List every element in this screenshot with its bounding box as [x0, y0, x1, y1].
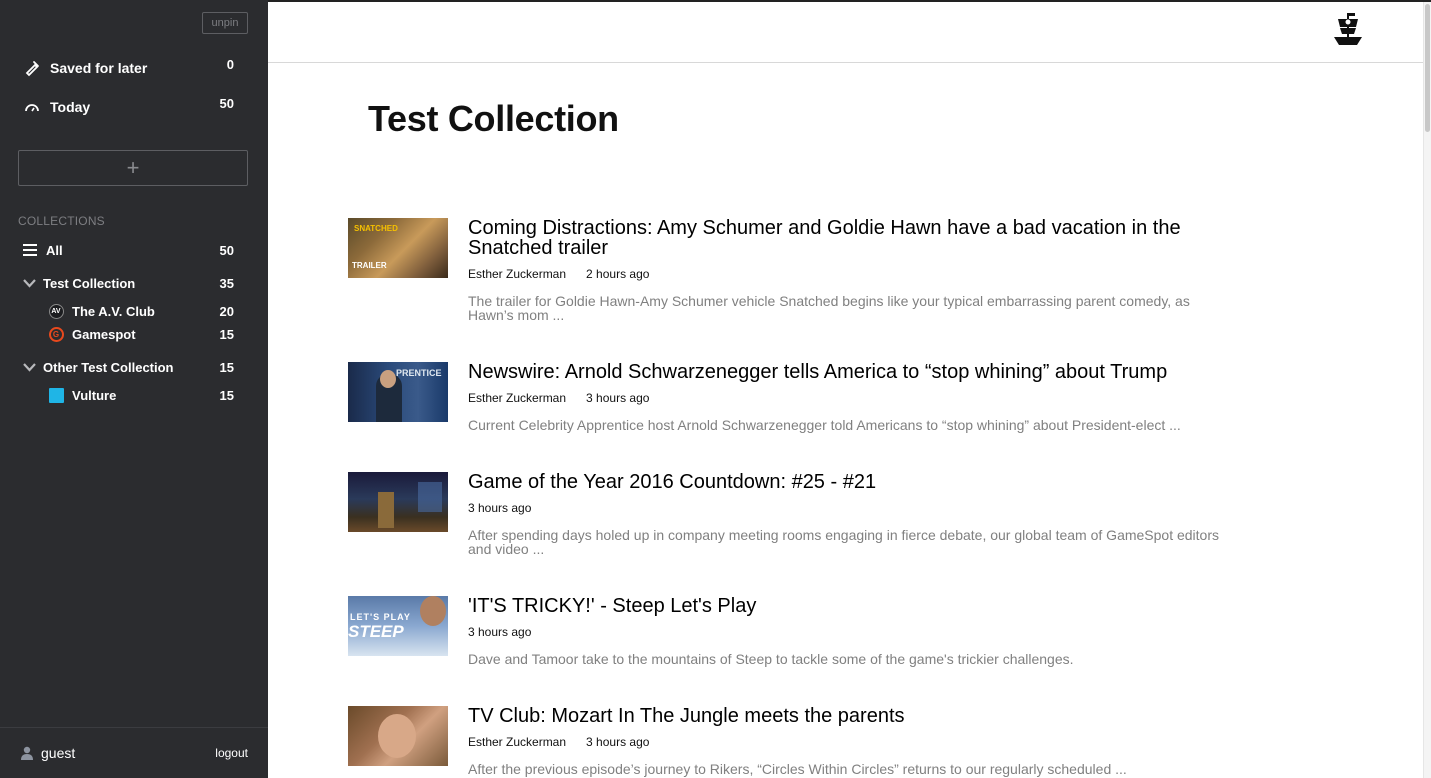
vulture-icon: [48, 387, 64, 403]
article-meta: Esther Zuckerman 3 hours ago: [468, 735, 649, 749]
article-time: 3 hours ago: [468, 625, 532, 639]
article-time: 2 hours ago: [586, 267, 650, 281]
article-title[interactable]: TV Club: Mozart In The Jungle meets the …: [468, 706, 1228, 726]
all-count: 50: [219, 242, 234, 258]
person-face: [380, 370, 396, 388]
article-author: Esther Zuckerman: [468, 735, 567, 749]
article-item[interactable]: TV Club: Mozart In The Jungle meets the …: [348, 706, 1228, 778]
chevron-down-icon[interactable]: [22, 275, 36, 291]
thumbnail-figure: [378, 492, 394, 528]
feed-label: Gamespot: [72, 326, 136, 342]
all-label: All: [46, 242, 63, 258]
article-thumbnail[interactable]: SNATCHED TRAILER: [348, 218, 448, 278]
thumbnail-title-text: SNATCHED: [354, 224, 398, 233]
article-title[interactable]: Coming Distractions: Amy Schumer and Gol…: [468, 218, 1228, 258]
pirate-ship-icon[interactable]: [1332, 11, 1364, 47]
gauge-icon: [22, 97, 42, 117]
logout-link[interactable]: logout: [215, 746, 248, 760]
article-meta: 3 hours ago: [468, 625, 531, 639]
feed-label: The A.V. Club: [72, 303, 155, 319]
all-item[interactable]: All 50: [22, 240, 234, 260]
thumbnail-sub-text: TRAILER: [352, 261, 387, 270]
article-meta: 3 hours ago: [468, 501, 531, 515]
article-title[interactable]: Newswire: Arnold Schwarzenegger tells Am…: [468, 362, 1228, 382]
today-item[interactable]: Today 50: [22, 95, 234, 119]
user-icon: [20, 746, 34, 760]
thumbnail-title-text: LET'S PLAY: [350, 612, 411, 622]
today-label: Today: [50, 99, 91, 115]
article-time: 3 hours ago: [586, 391, 650, 405]
article-item[interactable]: PRENTICE Newswire: Arnold Schwarzenegger…: [348, 362, 1228, 442]
feed-count: 20: [219, 303, 234, 319]
article-thumbnail[interactable]: [348, 472, 448, 532]
gamespot-icon: G: [48, 326, 64, 342]
article-summary: The trailer for Goldie Hawn-Amy Schumer …: [468, 293, 1190, 323]
scrollbar-thumb[interactable]: [1425, 4, 1430, 132]
header-bar: [268, 2, 1423, 63]
thumbnail-person: [420, 596, 446, 626]
add-feed-button[interactable]: +: [18, 150, 248, 186]
article-time: 3 hours ago: [586, 735, 650, 749]
article-summary: Dave and Tamoor take to the mountains of…: [468, 651, 1074, 667]
avclub-icon: AV: [48, 303, 64, 319]
feed-count: 15: [219, 326, 234, 342]
user-menu[interactable]: guest: [20, 745, 75, 761]
article-thumbnail[interactable]: [348, 706, 448, 766]
thumbnail-title-text: PRENTICE: [396, 368, 442, 378]
collection-label: Test Collection: [43, 275, 136, 291]
article-summary: After spending days holed up in company …: [468, 527, 1220, 557]
article-time: 3 hours ago: [468, 501, 532, 515]
feed-avclub[interactable]: AV The A.V. Club 20: [48, 301, 234, 321]
feed-label: Vulture: [72, 387, 117, 403]
saved-for-later-count: 0: [226, 56, 234, 72]
thumbnail-glow: [418, 482, 442, 512]
unpin-button[interactable]: unpin: [202, 12, 248, 34]
thumbnail-sub-text: STEEP: [348, 622, 404, 641]
article-summary: After the previous episode’s journey to …: [468, 761, 1127, 777]
collection-label: Other Test Collection: [43, 359, 174, 375]
article-author: Esther Zuckerman: [468, 391, 567, 405]
list-icon: [22, 242, 38, 258]
article-thumbnail[interactable]: LET'S PLAY STEEP: [348, 596, 448, 656]
feed-vulture[interactable]: Vulture 15: [48, 385, 234, 405]
bookmark-icon: [22, 58, 42, 78]
collection-count: 35: [219, 275, 234, 291]
today-count: 50: [219, 95, 234, 111]
article-item[interactable]: Game of the Year 2016 Countdown: #25 - #…: [348, 472, 1228, 562]
collection-test-collection[interactable]: Test Collection 35: [22, 273, 234, 293]
chevron-down-icon[interactable]: [22, 359, 36, 375]
collection-other-test-collection[interactable]: Other Test Collection 15: [22, 357, 234, 377]
article-thumbnail[interactable]: PRENTICE: [348, 362, 448, 422]
saved-for-later-label: Saved for later: [50, 60, 148, 76]
article-item[interactable]: SNATCHED TRAILER Coming Distractions: Am…: [348, 218, 1228, 328]
sidebar-footer: guest logout: [0, 727, 268, 778]
feed-gamespot[interactable]: G Gamespot 15: [48, 324, 234, 344]
article-meta: Esther Zuckerman 2 hours ago: [468, 267, 649, 281]
collection-count: 15: [219, 359, 234, 375]
article-title[interactable]: Game of the Year 2016 Countdown: #25 - #…: [468, 472, 1228, 492]
collections-header: COLLECTIONS: [18, 214, 105, 228]
article-title[interactable]: 'IT'S TRICKY!' - Steep Let's Play: [468, 596, 1228, 616]
page-title: Test Collection: [368, 98, 619, 139]
feed-count: 15: [219, 387, 234, 403]
sidebar: unpin Saved for later 0 Today 50 + COLLE…: [0, 0, 268, 778]
saved-for-later-item[interactable]: Saved for later 0: [22, 56, 234, 80]
thumbnail-face: [378, 714, 416, 758]
article-author: Esther Zuckerman: [468, 267, 567, 281]
article-summary: Current Celebrity Apprentice host Arnold…: [468, 417, 1181, 433]
article-meta: Esther Zuckerman 3 hours ago: [468, 391, 649, 405]
article-item[interactable]: LET'S PLAY STEEP 'IT'S TRICKY!' - Steep …: [348, 596, 1228, 676]
username: guest: [41, 745, 76, 761]
